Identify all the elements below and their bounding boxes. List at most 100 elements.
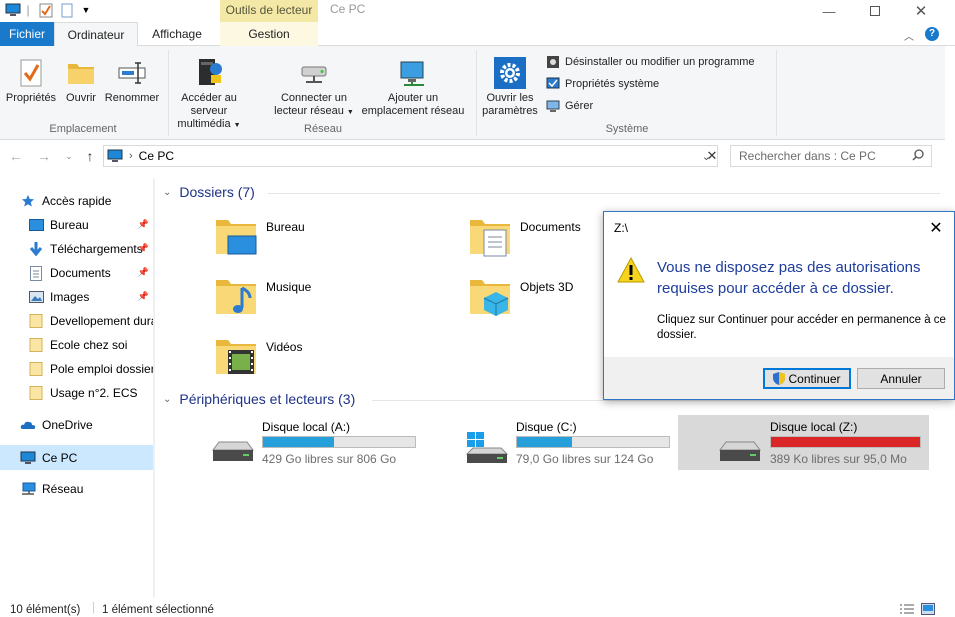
drive-item-c[interactable]: Disque (C:) 79,0 Go libres sur 124 Go [460,418,680,468]
details-view-icon[interactable] [899,603,915,617]
search-input[interactable]: Rechercher dans : Ce PC [730,145,932,167]
folder-item-musique[interactable]: Musique [214,274,311,318]
group-label-emplacement: Emplacement [49,123,117,135]
status-item-count: 10 élément(s) [10,604,81,616]
group-label-reseau: Réseau [304,123,342,135]
settings-gear-icon [480,54,540,92]
system-properties-icon [545,76,561,92]
nav-item-bureau[interactable]: Bureau 📌 [0,213,153,237]
map-network-drive-button[interactable]: Connecter un lecteur réseau ▼ [272,54,356,119]
network-icon [20,481,36,497]
3d-objects-folder-icon [468,274,512,318]
download-icon [28,241,44,257]
drive-item-z[interactable]: Disque local (Z:) 389 Ko libres sur 95,0… [678,415,929,470]
drive-usage-bar [516,436,670,448]
open-folder-icon [60,54,102,92]
pin-icon: 📌 [137,267,149,277]
back-button[interactable]: ← [7,146,25,166]
documents-icon [28,265,44,281]
dialog-subtext: Cliquez sur Continuer pour accéder en pe… [657,314,946,341]
rename-icon [102,54,162,92]
new-folder-quick-icon[interactable] [60,2,74,18]
renommer-button[interactable]: Renommer [102,54,162,105]
hard-drive-icon [718,438,762,467]
minimize-button[interactable]: — [806,0,852,22]
tab-gestion[interactable]: Gestion [220,22,318,46]
add-network-location-button[interactable]: Ajouter un emplacement réseau [358,54,468,118]
breadcrumb-chevron-icon: › [129,150,133,162]
pin-icon: 📌 [137,291,149,301]
large-icons-view-icon[interactable] [921,603,935,617]
folder-item-objets-3d[interactable]: Objets 3D [468,274,573,318]
windows-drive-icon [465,430,509,469]
folder-icon [28,313,44,329]
nav-this-pc[interactable]: Ce PC [0,445,153,470]
media-server-button[interactable]: Accéder au serveur multimédia ▼ [172,54,246,132]
ribbon-separator [476,50,477,136]
chevron-down-icon: ⌄ [163,393,172,405]
ouvrir-button[interactable]: Ouvrir [60,54,102,105]
tab-affichage[interactable]: Affichage [140,22,214,47]
folders-section-header[interactable]: ⌄ Dossiers (7) [163,184,255,200]
uninstall-program-button[interactable]: Désinstaller ou modifier un programme [545,52,755,72]
cancel-button[interactable]: Annuler [857,368,945,389]
drives-section-header[interactable]: ⌄ Périphériques et lecteurs (3) [163,391,355,407]
properties-quick-icon[interactable] [38,2,54,18]
computer-management-icon [545,98,561,114]
dialog-footer: Continuer Annuler [604,357,954,399]
folder-item-bureau[interactable]: Bureau [214,214,305,258]
tab-ordinateur[interactable]: Ordinateur [54,22,138,47]
ribbon-separator [776,50,777,136]
tab-fichier[interactable]: Fichier [0,22,54,46]
forward-button[interactable]: → [35,146,53,166]
nav-item-pole-emploi[interactable]: Pole emploi dossier [0,357,153,381]
nav-item-usage[interactable]: Usage n°2. ECS [0,381,153,405]
nav-item-ecole[interactable]: Ecole chez soi [0,333,153,357]
proprietes-button[interactable]: Propriétés [3,54,59,105]
dialog-close-button[interactable]: ✕ [918,212,954,244]
nav-quick-access[interactable]: Accès rapide [0,189,153,213]
folder-item-documents[interactable]: Documents [468,214,581,258]
nav-item-images[interactable]: Images 📌 [0,285,153,309]
group-label-systeme: Système [605,123,649,135]
folder-icon [28,337,44,353]
images-icon [28,289,44,305]
maximize-button[interactable] [852,0,898,22]
status-bar: 10 élément(s) | 1 élément sélectionné [0,600,955,617]
manage-button[interactable]: Gérer [545,96,593,116]
videos-folder-icon [214,334,258,378]
nav-item-devellopement[interactable]: Devellopement dura [0,309,153,333]
address-bar[interactable]: › Ce PC ⌄ [103,145,718,167]
nav-item-documents[interactable]: Documents 📌 [0,261,153,285]
nav-pane-splitter[interactable] [153,178,155,598]
network-location-icon [358,54,468,92]
drive-item-a[interactable]: Disque local (A:) 429 Go libres sur 806 … [206,418,426,468]
chevron-down-icon: ⌄ [163,186,172,198]
open-settings-button[interactable]: Ouvrir les paramètres [480,54,540,118]
system-properties-button[interactable]: Propriétés système [545,74,659,94]
warning-icon [616,256,646,287]
folder-icon [28,361,44,377]
onedrive-cloud-icon [20,417,36,433]
nav-network[interactable]: Réseau [0,477,153,501]
help-icon[interactable]: ? [925,27,939,41]
up-button[interactable]: ↑ [81,146,99,166]
continue-button[interactable]: Continuer [763,368,851,389]
separator: | [26,3,30,17]
dropdown-arrow-icon: ▼ [346,109,354,116]
collapse-ribbon-icon[interactable]: ︿ [904,28,914,43]
this-pc-icon [20,450,36,466]
nav-item-telechargements[interactable]: Téléchargements 📌 [0,237,153,261]
dialog-message: Vous ne disposez pas des autorisations r… [657,259,921,297]
clear-address-icon[interactable]: ✕ [702,146,722,166]
breadcrumb-this-pc[interactable]: Ce PC [139,149,174,163]
status-separator: | [92,602,95,614]
network-drive-icon [272,54,356,92]
folder-item-videos[interactable]: Vidéos [214,334,302,378]
close-window-button[interactable]: ✕ [898,0,944,22]
window-title: Ce PC [330,2,366,16]
quick-access-dropdown-icon[interactable]: ▼ [80,2,92,18]
star-icon [20,193,36,209]
recent-locations-icon[interactable]: ⌄ [60,146,78,166]
nav-onedrive[interactable]: OneDrive [0,413,153,437]
